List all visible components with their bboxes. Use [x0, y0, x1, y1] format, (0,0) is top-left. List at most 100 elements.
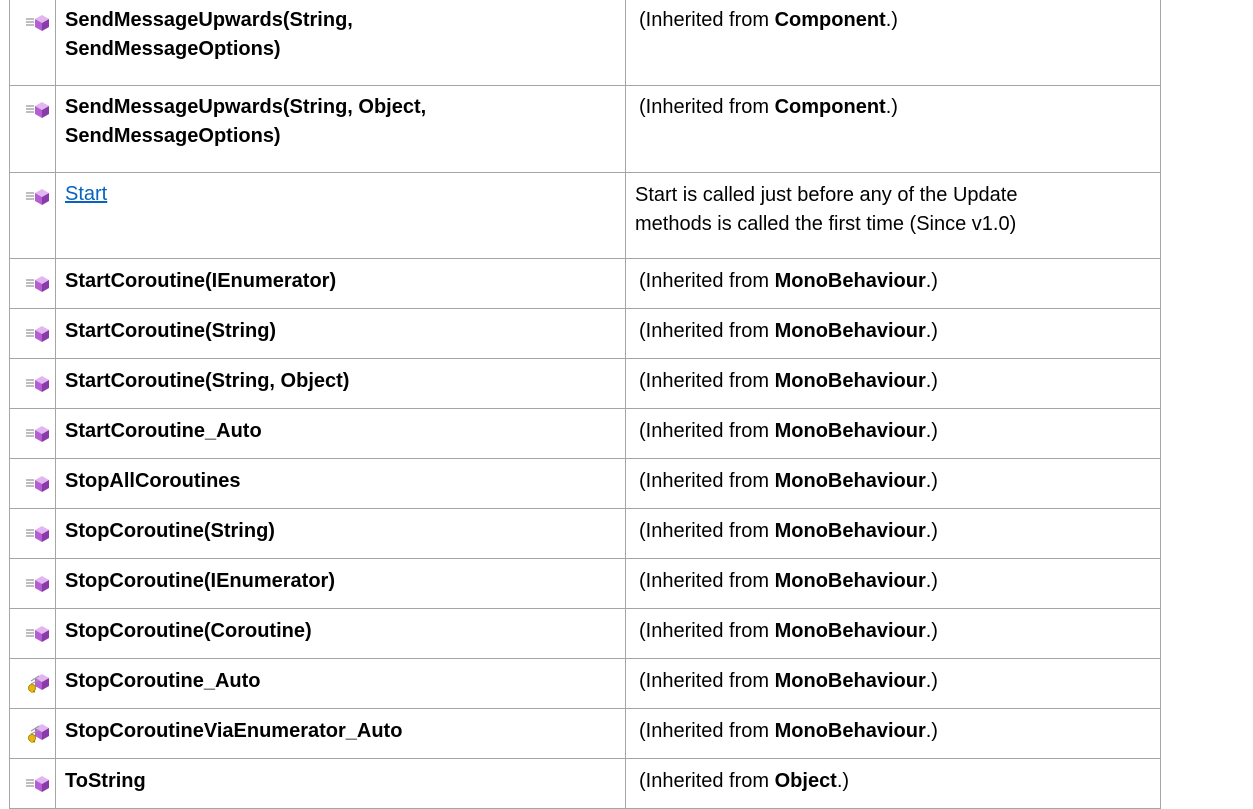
- table-row: SendMessageUpwards(String, Object, SendMe…: [9, 85, 1161, 173]
- member-name: StartCoroutine_Auto: [65, 420, 262, 442]
- member-name-cell: SendMessageUpwards(String, Object, SendMe…: [55, 85, 626, 173]
- inherited-suffix: .): [836, 770, 850, 792]
- member-name-cell: Start: [55, 172, 626, 259]
- inherited-suffix: .): [925, 520, 938, 542]
- inherited-prefix: (Inherited from: [639, 670, 775, 692]
- inherited-from-class: MonoBehaviour: [774, 420, 926, 442]
- inherited-from-class: Object: [774, 770, 837, 792]
- table-row: SendMessageUpwards(String, SendMessageOpt…: [9, 0, 1161, 86]
- inherited-from-class: MonoBehaviour: [774, 370, 926, 392]
- inherited-from-class: MonoBehaviour: [774, 570, 926, 592]
- inherited-prefix: (Inherited from: [639, 9, 775, 31]
- member-name-cell: StopCoroutineViaEnumerator_Auto: [55, 708, 626, 759]
- icon-cell: [9, 408, 56, 459]
- member-name-cell: StopCoroutine_Auto: [55, 658, 626, 709]
- member-name: StopCoroutine(IEnumerator): [65, 570, 335, 592]
- icon-cell: [9, 708, 56, 759]
- member-name-line: SendMessageOptions): [65, 125, 281, 147]
- inherited-from-class: Component: [774, 96, 886, 118]
- members-table: SendMessageUpwards(String, SendMessageOpt…: [9, 0, 1161, 809]
- member-name-cell: StartCoroutine(String, Object): [55, 358, 626, 409]
- member-name: StartCoroutine(String): [65, 320, 277, 342]
- inherited-prefix: (Inherited from: [639, 320, 775, 342]
- inherited-from-class: MonoBehaviour: [774, 720, 926, 742]
- inherited-from-class: MonoBehaviour: [774, 620, 926, 642]
- icon-cell: [9, 0, 56, 86]
- public-method-icon: [25, 475, 50, 493]
- member-description-cell: (Inherited from MonoBehaviour.): [625, 258, 1161, 309]
- inherited-prefix: (Inherited from: [639, 270, 775, 292]
- table-row: StopCoroutine(String) (Inherited from Mo…: [9, 508, 1161, 559]
- icon-cell: [9, 658, 56, 709]
- table-row: StartCoroutine(String, Object) (Inherite…: [9, 358, 1161, 409]
- inherited-suffix: .): [925, 420, 938, 442]
- member-name: StopCoroutine(Coroutine): [65, 620, 312, 642]
- member-description-cell: (Inherited from MonoBehaviour.): [625, 608, 1161, 659]
- inherited-prefix: (Inherited from: [639, 370, 775, 392]
- member-name-line: SendMessageUpwards(String, Object,: [65, 96, 427, 118]
- member-name-cell: StopCoroutine(String): [55, 508, 626, 559]
- member-description-cell: (Inherited from MonoBehaviour.): [625, 458, 1161, 509]
- icon-cell: [9, 758, 56, 809]
- private-method-icon: [27, 723, 50, 743]
- inherited-from-class: Component: [774, 9, 886, 31]
- inherited-prefix: (Inherited from: [639, 420, 775, 442]
- member-description-cell: (Inherited from MonoBehaviour.): [625, 308, 1161, 359]
- member-description-cell: (Inherited from MonoBehaviour.): [625, 508, 1161, 559]
- inherited-prefix: (Inherited from: [639, 620, 775, 642]
- member-name-cell: StopAllCoroutines: [55, 458, 626, 509]
- inherited-prefix: (Inherited from: [639, 470, 775, 492]
- table-row: StartCoroutine_Auto (Inherited from Mono…: [9, 408, 1161, 459]
- member-name: StopCoroutine_Auto: [65, 670, 261, 692]
- public-method-icon: [25, 101, 50, 119]
- table-row: StartCoroutine(IEnumerator) (Inherited f…: [9, 258, 1161, 309]
- member-name: StartCoroutine(String, Object): [65, 370, 350, 392]
- member-name-cell: StartCoroutine(String): [55, 308, 626, 359]
- public-method-icon: [25, 425, 50, 443]
- icon-cell: [9, 308, 56, 359]
- inherited-suffix: .): [925, 670, 938, 692]
- inherited-suffix: .): [925, 370, 938, 392]
- member-name-cell: ToString: [55, 758, 626, 809]
- table-row: ToString (Inherited from Object.): [9, 758, 1161, 809]
- table-row: Start Start is called just before any of…: [9, 172, 1161, 259]
- inherited-suffix: .): [925, 270, 938, 292]
- table-row: StopCoroutine(IEnumerator) (Inherited fr…: [9, 558, 1161, 609]
- member-name: ToString: [65, 770, 146, 792]
- icon-cell: [9, 85, 56, 173]
- public-method-icon: [25, 625, 50, 643]
- member-name-cell: SendMessageUpwards(String, SendMessageOpt…: [55, 0, 626, 86]
- inherited-suffix: .): [925, 320, 938, 342]
- member-description-cell: (Inherited from MonoBehaviour.): [625, 708, 1161, 759]
- public-method-icon: [25, 775, 50, 793]
- member-description-cell: (Inherited from MonoBehaviour.): [625, 358, 1161, 409]
- member-link-start[interactable]: Start: [65, 183, 107, 205]
- icon-cell: [9, 608, 56, 659]
- table-row: StopCoroutine_Auto (Inherited from MonoB…: [9, 658, 1161, 709]
- member-description-cell: (Inherited from Component.): [625, 0, 1161, 86]
- table-row: StartCoroutine(String) (Inherited from M…: [9, 308, 1161, 359]
- public-method-icon: [25, 375, 50, 393]
- member-name-cell: StopCoroutine(Coroutine): [55, 608, 626, 659]
- inherited-prefix: (Inherited from: [639, 720, 775, 742]
- icon-cell: [9, 458, 56, 509]
- member-description-cell: (Inherited from MonoBehaviour.): [625, 408, 1161, 459]
- member-name-line: SendMessageOptions): [65, 38, 281, 60]
- member-name-line: SendMessageUpwards(String,: [65, 9, 353, 31]
- public-method-icon: [25, 14, 50, 32]
- inherited-suffix: .): [885, 9, 898, 31]
- inherited-suffix: .): [925, 570, 938, 592]
- table-row: StopAllCoroutines (Inherited from MonoBe…: [9, 458, 1161, 509]
- member-description-cell: (Inherited from Component.): [625, 85, 1161, 173]
- inherited-prefix: (Inherited from: [639, 96, 775, 118]
- member-description-line: methods is called the first time (Since …: [635, 213, 1017, 235]
- inherited-suffix: .): [885, 96, 898, 118]
- table-row: StopCoroutine(Coroutine) (Inherited from…: [9, 608, 1161, 659]
- member-description-cell: Start is called just before any of the U…: [625, 172, 1161, 259]
- table-row: StopCoroutineViaEnumerator_Auto (Inherit…: [9, 708, 1161, 759]
- member-description-cell: (Inherited from MonoBehaviour.): [625, 558, 1161, 609]
- member-name: StopCoroutine(String): [65, 520, 275, 542]
- member-name: StopCoroutineViaEnumerator_Auto: [65, 720, 403, 742]
- member-name-cell: StartCoroutine(IEnumerator): [55, 258, 626, 309]
- public-method-icon: [25, 325, 50, 343]
